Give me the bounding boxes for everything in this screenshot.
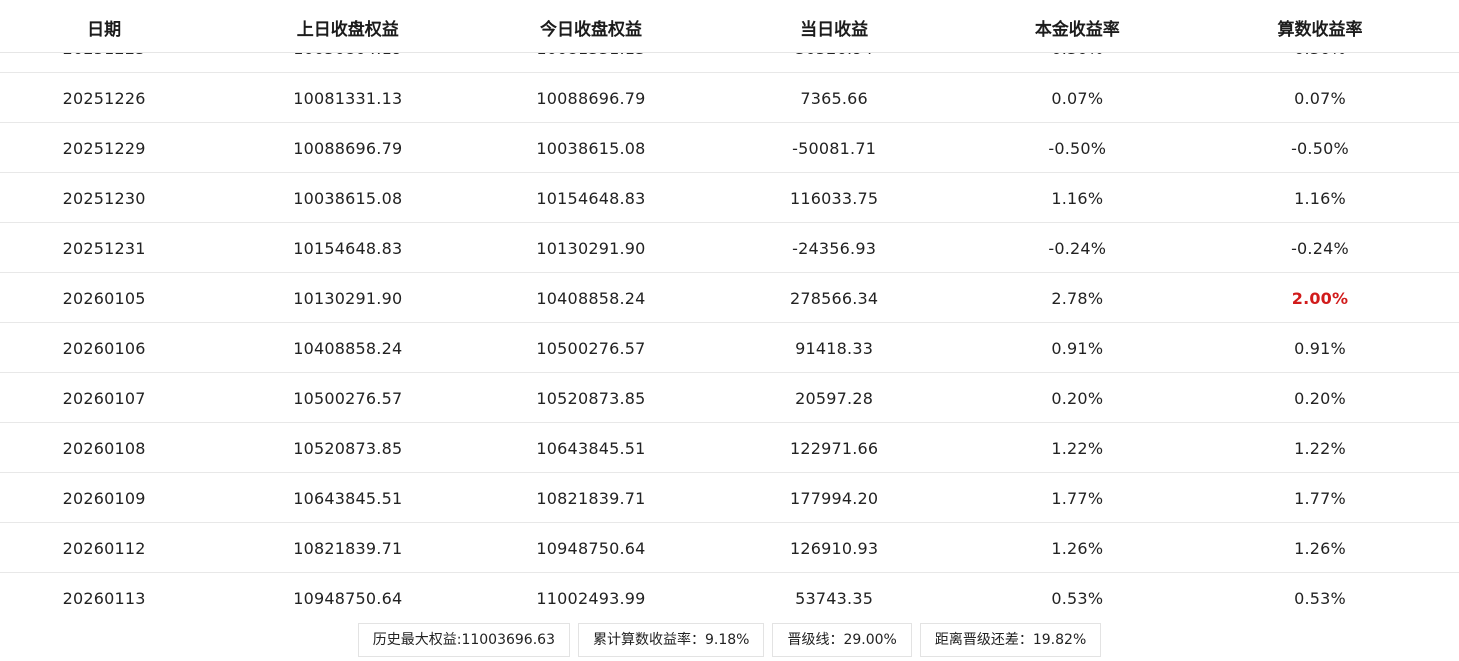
cell-prev-equity: 10500276.57: [293, 389, 403, 408]
cell-date: 20260106: [62, 339, 146, 358]
cell-today-equity: 11002493.99: [536, 589, 646, 608]
cell-today-equity: 10408858.24: [536, 289, 646, 308]
cell-daily-profit: 177994.20: [789, 489, 879, 508]
cell-date: 20260107: [62, 389, 146, 408]
header-daily-profit: 当日收益: [800, 20, 869, 40]
cell-date: 20251229: [62, 139, 146, 158]
cumulative-rate-stat: 累计算数收益率：9.18%: [577, 623, 765, 657]
summary-bar: 历史最大权益:11003696.63 累计算数收益率：9.18% 晋级线：29.…: [0, 622, 1459, 661]
cell-prev-equity: 10154648.83: [293, 239, 403, 258]
cell-prev-equity: 10081331.13: [293, 89, 403, 108]
cell-daily-profit: 116033.75: [789, 189, 879, 208]
cell-date: 20260108: [62, 439, 146, 458]
table-row: 20251230 10038615.08 10154648.83 116033.75 1…: [0, 173, 1459, 223]
cell-daily-profit: 278566.34: [789, 289, 879, 308]
table-row: 20260106 10408858.24 10500276.57 91418.33 0.…: [0, 323, 1459, 373]
cell-principal-rate: -0.24%: [1048, 239, 1107, 258]
cell-today-equity: 10520873.85: [536, 389, 646, 408]
cell-daily-profit: 20597.28: [795, 389, 874, 408]
cell-prev-equity: 10821839.71: [293, 539, 403, 558]
table-row: 20260113 10948750.64 11002493.99 53743.35 0.…: [0, 573, 1459, 622]
cell-prev-equity: 10948750.64: [293, 589, 403, 608]
table-row: 20260112 10821839.71 10948750.64 126910.93 1…: [0, 523, 1459, 573]
cell-daily-profit: 7365.66: [800, 89, 868, 108]
table-header: 日期 上日收盘权益 今日收盘权益 当日收益 本金收益率 算数收益率: [0, 0, 1459, 53]
cell-prev-equity: 10038615.08: [293, 189, 403, 208]
table-row: 20251231 10154648.83 10130291.90 -24356.93 -…: [0, 223, 1459, 273]
cell-today-equity: 10154648.83: [536, 189, 646, 208]
cell-today-equity: 10821839.71: [536, 489, 646, 508]
promotion-line-stat: 晋级线：29.00%: [772, 623, 912, 657]
cell-arith-rate: 0.53%: [1294, 589, 1346, 608]
cell-daily-profit: 122971.66: [789, 439, 879, 458]
cell-daily-profit: 53743.35: [795, 589, 874, 608]
cell-date: 20260112: [62, 539, 146, 558]
cell-prev-equity: 10130291.90: [293, 289, 403, 308]
cell-date: 20251226: [62, 89, 146, 108]
max-equity-stat: 历史最大权益:11003696.63: [357, 623, 570, 657]
cell-principal-rate: 2.78%: [1051, 289, 1104, 308]
table-row: 20260109 10643845.51 10821839.71 177994.20 1…: [0, 473, 1459, 523]
table-body: 2025122510050804.1910081331.1330526.940.…: [0, 23, 1459, 622]
cell-date: 20260105: [62, 289, 146, 308]
cell-arith-rate: 1.22%: [1294, 439, 1346, 458]
cell-daily-profit: 91418.33: [795, 339, 874, 358]
cell-prev-equity: 10088696.79: [293, 139, 403, 158]
cell-arith-rate: 0.91%: [1294, 339, 1346, 358]
cell-arith-rate: 0.20%: [1294, 389, 1346, 408]
cell-principal-rate: 0.53%: [1051, 589, 1104, 608]
returns-table: 日期 上日收盘权益 今日收盘权益 当日收益 本金收益率 算数收益率 202512…: [0, 0, 1459, 622]
cell-principal-rate: 0.20%: [1051, 389, 1104, 408]
cell-daily-profit: -24356.93: [792, 239, 877, 258]
header-principal-rate: 本金收益率: [1034, 20, 1120, 40]
cell-arith-rate: 1.26%: [1294, 539, 1346, 558]
cell-prev-equity: 10408858.24: [293, 339, 403, 358]
cell-daily-profit: 126910.93: [789, 539, 879, 558]
header-prev-equity: 上日收盘权益: [296, 20, 399, 40]
cell-principal-rate: 1.26%: [1051, 539, 1104, 558]
cell-prev-equity: 10643845.51: [293, 489, 403, 508]
cell-today-equity: 10500276.57: [536, 339, 646, 358]
cell-principal-rate: 1.22%: [1051, 439, 1104, 458]
cell-today-equity: 10948750.64: [536, 539, 646, 558]
cell-principal-rate: -0.50%: [1048, 139, 1107, 158]
cell-arith-rate: 1.16%: [1294, 189, 1346, 208]
table-row: 20260108 10520873.85 10643845.51 122971.66 1…: [0, 423, 1459, 473]
cell-arith-rate: 1.77%: [1294, 489, 1346, 508]
cell-today-equity: 10038615.08: [536, 139, 646, 158]
cell-principal-rate: 1.77%: [1051, 489, 1104, 508]
cell-arith-rate: 2.00%: [1291, 289, 1349, 308]
cell-today-equity: 10643845.51: [536, 439, 646, 458]
header-arith-rate: 算数收益率: [1277, 20, 1363, 40]
header-date: 日期: [87, 20, 122, 40]
cell-prev-equity: 10520873.85: [293, 439, 403, 458]
table-row: 20251226 10081331.13 10088696.79 7365.66 0.0…: [0, 73, 1459, 123]
cell-today-equity: 10088696.79: [536, 89, 646, 108]
cell-arith-rate: 0.07%: [1294, 89, 1346, 108]
cell-arith-rate: -0.24%: [1291, 239, 1349, 258]
cell-principal-rate: 1.16%: [1051, 189, 1104, 208]
cell-arith-rate: -0.50%: [1291, 139, 1349, 158]
cell-date: 20260109: [62, 489, 146, 508]
cell-daily-profit: -50081.71: [792, 139, 877, 158]
cell-today-equity: 10130291.90: [536, 239, 646, 258]
cell-principal-rate: 0.91%: [1051, 339, 1104, 358]
cell-principal-rate: 0.07%: [1051, 89, 1104, 108]
header-today-equity: 今日收盘权益: [539, 20, 642, 40]
table-row: 20260107 10500276.57 10520873.85 20597.28 0.…: [0, 373, 1459, 423]
table-row: 20251229 10088696.79 10038615.08 -50081.71 -…: [0, 123, 1459, 173]
cell-date: 20260113: [62, 589, 146, 608]
cell-date: 20251231: [62, 239, 146, 258]
cell-date: 20251230: [62, 189, 146, 208]
gap-to-promotion-stat: 距离晋级还差：19.82%: [919, 623, 1102, 657]
table-row: 20260105 10130291.90 10408858.24 278566.34 2…: [0, 273, 1459, 323]
